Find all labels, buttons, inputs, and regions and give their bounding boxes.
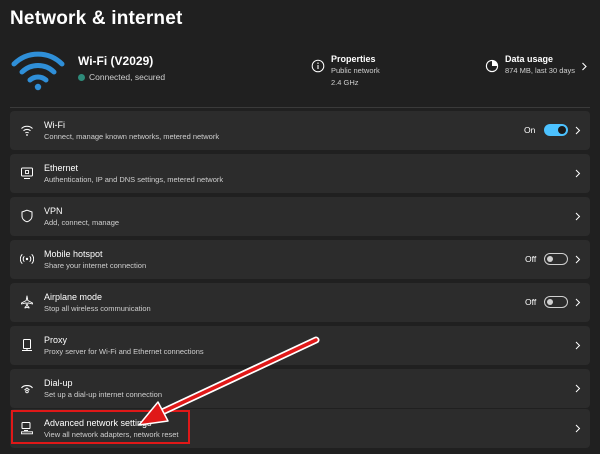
network-status-text: Connected, secured xyxy=(89,72,166,82)
network-name: Wi-Fi (V2029) xyxy=(78,54,154,68)
toggle-knob xyxy=(547,256,553,262)
settings-row-vpn[interactable]: VPN Add, connect, manage xyxy=(10,197,590,236)
divider xyxy=(10,107,590,108)
row-title: Proxy xyxy=(44,335,68,345)
connected-status-icon xyxy=(78,73,85,81)
chevron-right-icon[interactable] xyxy=(575,341,581,350)
shield-icon xyxy=(21,209,33,223)
row-title: Wi-Fi xyxy=(44,120,65,130)
chevron-right-icon[interactable] xyxy=(575,212,581,221)
properties-title: Properties xyxy=(331,54,376,64)
row-description: Proxy server for Wi-Fi and Ethernet conn… xyxy=(44,347,204,356)
row-description: Connect, manage known networks, metered … xyxy=(44,132,220,141)
proxy-icon xyxy=(22,339,32,351)
chevron-right-icon[interactable] xyxy=(575,169,581,178)
chevron-right-icon[interactable] xyxy=(581,62,588,71)
chevron-right-icon[interactable] xyxy=(575,126,581,135)
toggle-knob xyxy=(547,299,553,305)
row-title: Ethernet xyxy=(44,163,79,173)
row-title: Dial-up xyxy=(44,378,73,388)
ethernet-icon xyxy=(21,167,33,179)
toggle-knob xyxy=(558,126,566,134)
hotspot-toggle[interactable] xyxy=(544,253,568,265)
properties-band: 2.4 GHz xyxy=(331,78,359,87)
row-title: Airplane mode xyxy=(44,292,103,302)
network-status: Connected, secured xyxy=(78,72,165,82)
row-description: Add, connect, manage xyxy=(44,218,120,227)
chevron-right-icon[interactable] xyxy=(575,424,581,433)
data-usage-link[interactable]: Data usage 874 MB, last 30 days xyxy=(505,54,575,76)
dialup-icon xyxy=(21,385,33,394)
settings-row-dial-up[interactable]: Dial-up Set up a dial-up internet connec… xyxy=(10,369,590,408)
row-description: Stop all wireless communication xyxy=(44,304,151,313)
annotation-highlight-box xyxy=(11,410,190,444)
hotspot-toggle-label: Off xyxy=(525,254,537,264)
row-description: Authentication, IP and DNS settings, met… xyxy=(44,175,224,184)
properties-network-type: Public network xyxy=(331,66,380,75)
page-title: Network & internet xyxy=(10,8,183,29)
settings-row-wifi[interactable]: Wi-Fi Connect, manage known networks, me… xyxy=(10,111,590,150)
hotspot-icon xyxy=(20,253,34,265)
settings-row-proxy[interactable]: Proxy Proxy server for Wi-Fi and Etherne… xyxy=(10,326,590,365)
chevron-right-icon[interactable] xyxy=(575,298,581,307)
chevron-right-icon[interactable] xyxy=(575,384,581,393)
settings-row-ethernet[interactable]: Ethernet Authentication, IP and DNS sett… xyxy=(10,154,590,193)
wifi-large-icon xyxy=(11,51,65,91)
airplane-toggle-label: Off xyxy=(525,297,537,307)
wifi-toggle[interactable] xyxy=(544,124,568,136)
row-description: Set up a dial-up internet connection xyxy=(44,390,162,399)
row-description: Share your internet connection xyxy=(44,261,147,270)
data-usage-detail: 874 MB, last 30 days xyxy=(505,66,576,75)
settings-row-mobile-hotspot[interactable]: Mobile hotspot Share your internet conne… xyxy=(10,240,590,279)
wifi-toggle-label: On xyxy=(524,125,536,135)
airplane-icon xyxy=(21,295,33,309)
properties-link[interactable]: Properties Public network 2.4 GHz xyxy=(331,54,380,88)
airplane-toggle[interactable] xyxy=(544,296,568,308)
data-usage-icon[interactable] xyxy=(485,59,499,73)
row-title: VPN xyxy=(44,206,63,216)
data-usage-title: Data usage xyxy=(505,54,554,64)
row-title: Mobile hotspot xyxy=(44,249,103,259)
info-icon[interactable] xyxy=(311,59,325,73)
network-summary: Wi-Fi (V2029) Connected, secured Propert… xyxy=(0,40,600,105)
chevron-right-icon[interactable] xyxy=(575,255,581,264)
settings-row-airplane-mode[interactable]: Airplane mode Stop all wireless communic… xyxy=(10,283,590,322)
wifi-icon xyxy=(21,125,33,136)
